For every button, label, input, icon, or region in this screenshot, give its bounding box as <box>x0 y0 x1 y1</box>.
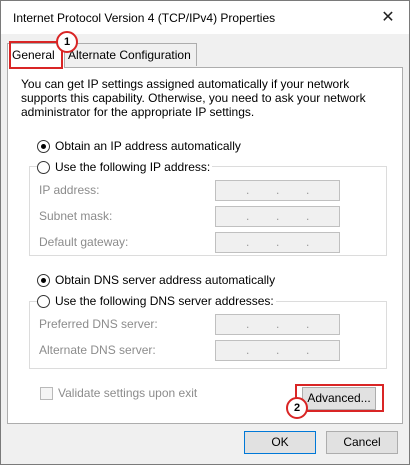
ok-button[interactable]: OK <box>244 431 316 454</box>
annotation-marker-2: 2 <box>286 397 308 419</box>
use-following-dns-label: Use the following DNS server addresses: <box>55 294 274 308</box>
obtain-dns-auto-label: Obtain DNS server address automatically <box>55 273 276 287</box>
preferred-dns-label: Preferred DNS server: <box>39 317 158 331</box>
default-gateway-label: Default gateway: <box>39 235 129 249</box>
radio-unchecked-icon <box>37 294 50 308</box>
subnet-mask-input[interactable]: ... <box>215 206 340 227</box>
use-following-dns-radio[interactable]: Use the following DNS server addresses: <box>37 293 276 309</box>
obtain-ip-auto-label: Obtain an IP address automatically <box>55 139 241 153</box>
preferred-dns-input[interactable]: ... <box>215 314 340 335</box>
window-title: Internet Protocol Version 4 (TCP/IPv4) P… <box>13 11 276 25</box>
ip-address-input[interactable]: ... <box>215 180 340 201</box>
use-following-ip-label: Use the following IP address: <box>55 160 211 174</box>
alternate-dns-input[interactable]: ... <box>215 340 340 361</box>
radio-unchecked-icon <box>37 160 50 174</box>
tab-alternate-configuration[interactable]: Alternate Configuration <box>63 43 197 66</box>
subnet-mask-label: Subnet mask: <box>39 209 113 223</box>
description-text: You can get IP settings assigned automat… <box>21 77 366 119</box>
annotation-marker-1: 1 <box>56 31 78 53</box>
obtain-ip-auto-radio[interactable]: Obtain an IP address automatically <box>37 138 241 154</box>
validate-settings-label: Validate settings upon exit <box>58 386 198 400</box>
ip-address-label: IP address: <box>39 183 100 197</box>
radio-checked-icon <box>37 139 50 153</box>
advanced-button-highlight <box>295 384 384 412</box>
dialog-window: Internet Protocol Version 4 (TCP/IPv4) P… <box>0 0 410 465</box>
general-tab-highlight <box>9 41 63 69</box>
use-following-ip-radio[interactable]: Use the following IP address: <box>37 159 213 175</box>
validate-settings-checkbox[interactable]: Validate settings upon exit <box>40 386 197 400</box>
alternate-dns-label: Alternate DNS server: <box>39 343 156 357</box>
cancel-button[interactable]: Cancel <box>326 431 398 454</box>
default-gateway-input[interactable]: ... <box>215 232 340 253</box>
obtain-dns-auto-radio[interactable]: Obtain DNS server address automatically <box>37 272 275 288</box>
title-bar: Internet Protocol Version 4 (TCP/IPv4) P… <box>1 1 409 34</box>
close-icon[interactable]: ✕ <box>379 9 397 27</box>
checkbox-icon <box>40 386 53 400</box>
radio-checked-icon <box>37 273 50 287</box>
